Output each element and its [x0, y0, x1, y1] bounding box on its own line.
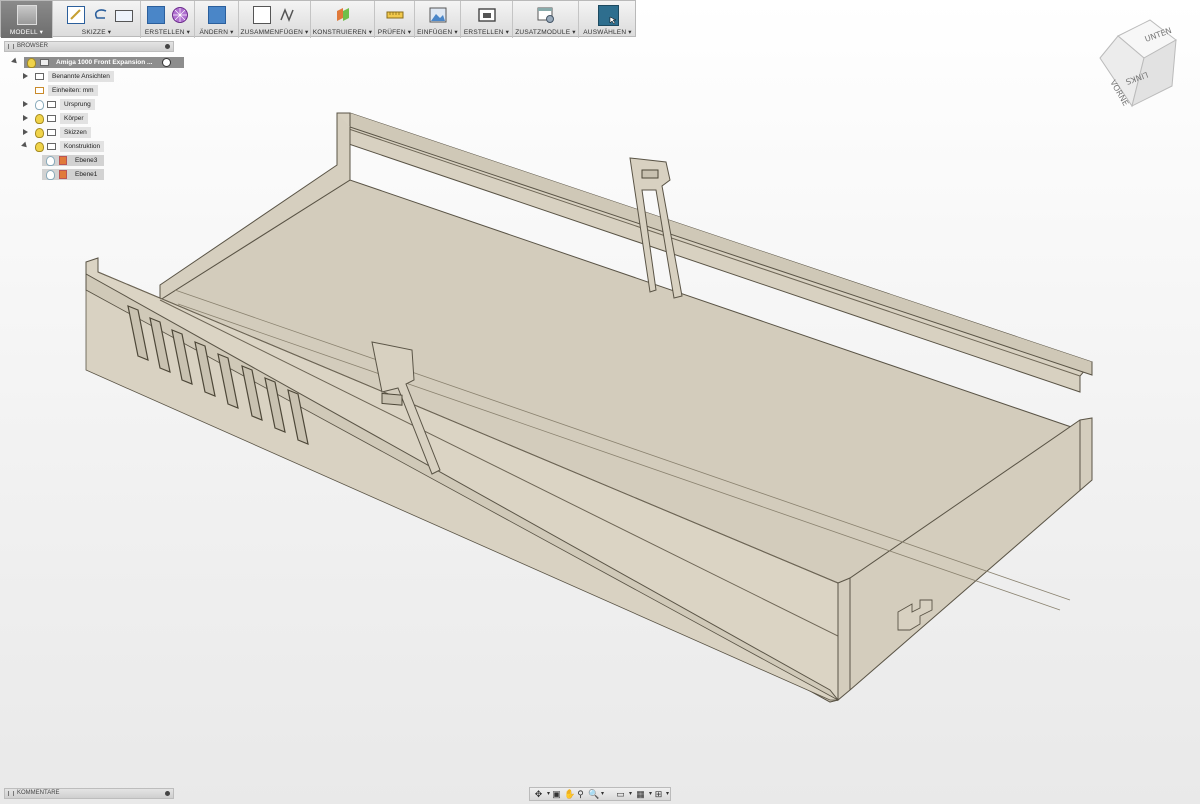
add-comment-icon[interactable] [165, 791, 170, 796]
comments-title: KOMMENTARE [17, 790, 60, 796]
display-dropdown-icon[interactable]: ▾ [626, 790, 635, 799]
fit-icon[interactable]: 🔍 [588, 790, 599, 799]
viewcube[interactable]: UNTEN VORNE LINKS [1088, 18, 1188, 118]
3d-viewport[interactable] [0, 0, 1200, 804]
grid-settings-icon[interactable]: ▦ [636, 790, 645, 799]
comments-panel[interactable]: KOMMENTARE [4, 788, 174, 799]
look-at-icon[interactable]: ▣ [552, 790, 561, 799]
pan-icon[interactable]: ✋ [564, 790, 575, 799]
viewports-dropdown-icon[interactable]: ▾ [663, 790, 672, 799]
navigation-bar: ✥ ▾ ▣ ✋ ⚲ 🔍 ▾ ▭ ▾ ▦ ▾ ⊞ ▾ [529, 787, 671, 801]
display-settings-icon[interactable]: ▭ [616, 790, 625, 799]
panel-grip-icon[interactable] [8, 791, 14, 796]
fit-dropdown-icon[interactable]: ▾ [598, 790, 607, 799]
orbit-icon[interactable]: ✥ [534, 790, 543, 799]
viewports-icon[interactable]: ⊞ [654, 790, 663, 799]
zoom-icon[interactable]: ⚲ [576, 790, 585, 799]
